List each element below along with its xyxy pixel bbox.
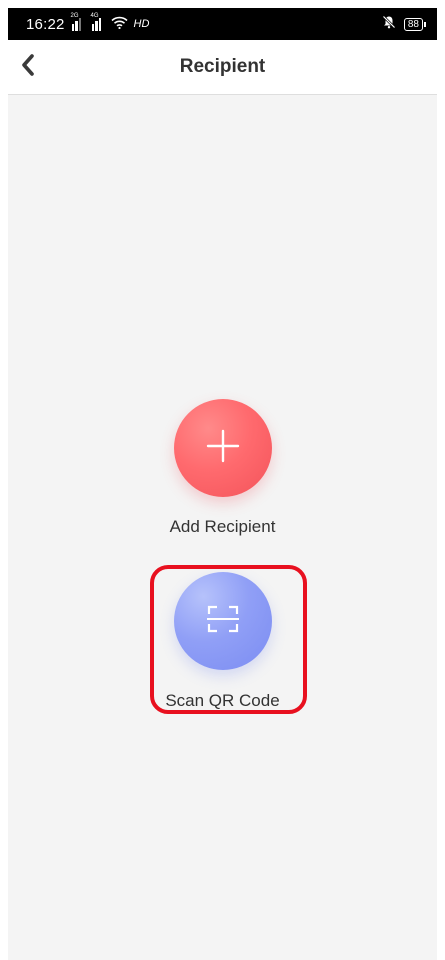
signal-sim2-icon: 4G bbox=[91, 13, 105, 31]
network-type: HD bbox=[133, 18, 150, 30]
battery-indicator: 88 bbox=[403, 17, 427, 31]
plus-icon bbox=[205, 428, 241, 469]
status-right: 88 bbox=[382, 15, 427, 33]
sim1-tag: 2G bbox=[70, 12, 79, 19]
scan-qr-button[interactable] bbox=[173, 572, 272, 670]
app-bar: Recipient bbox=[8, 40, 437, 95]
scan-qr-label[interactable]: Scan QR Code bbox=[165, 691, 279, 711]
status-left: 16:22 2G 4G HD bbox=[26, 13, 150, 33]
page-title: Recipient bbox=[179, 56, 266, 77]
wifi-icon bbox=[111, 16, 128, 33]
chevron-left-icon bbox=[19, 53, 37, 82]
add-recipient-label[interactable]: Add Recipient bbox=[170, 517, 276, 537]
signal-sim1-icon: 2G bbox=[71, 13, 85, 31]
qr-scan-icon bbox=[206, 605, 239, 638]
scan-qr-action: Scan QR Code bbox=[0, 572, 445, 711]
add-recipient-action: Add Recipient bbox=[0, 399, 445, 537]
sim2-tag: 4G bbox=[90, 12, 99, 19]
status-bar: 16:22 2G 4G HD 88 bbox=[8, 8, 437, 40]
status-time: 16:22 bbox=[26, 15, 65, 33]
add-recipient-button[interactable] bbox=[173, 399, 272, 497]
back-button[interactable] bbox=[14, 53, 42, 81]
bell-off-icon bbox=[382, 15, 396, 33]
